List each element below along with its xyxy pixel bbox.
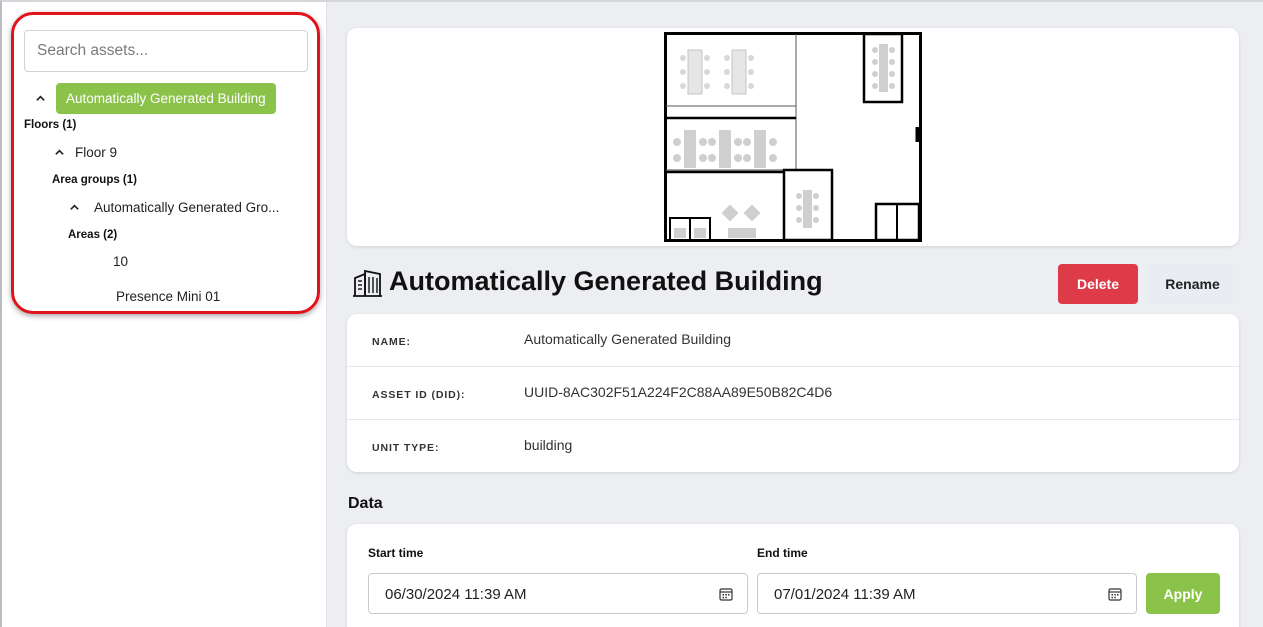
floors-heading: Floors (1) (24, 119, 77, 131)
start-time-label: Start time (368, 546, 424, 560)
end-time-label: End time (757, 546, 808, 560)
property-row-asset-id: ASSET ID (DID): UUID-8AC302F51A224F2C88A… (347, 367, 1239, 420)
property-row-unit-type: UNIT TYPE: building (347, 420, 1239, 473)
rename-button[interactable]: Rename (1146, 264, 1239, 304)
property-key: ASSET ID (DID): (372, 389, 466, 401)
tree-item-area[interactable]: 10 (113, 254, 128, 269)
chevron-up-icon[interactable] (66, 199, 82, 215)
property-key: NAME: (372, 336, 411, 348)
tree-item-building-label[interactable]: Automatically Generated Building (56, 83, 276, 114)
data-filter-card: Start time 06/30/2024 11:39 AM End time … (347, 524, 1239, 627)
tree-item-area[interactable]: Presence Mini 01 (116, 289, 220, 304)
end-time-value: 07/01/2024 11:39 AM (774, 586, 916, 603)
property-value: building (524, 437, 573, 453)
floorplan-image (664, 32, 922, 242)
tree-item-building[interactable]: Automatically Generated Building (32, 83, 276, 114)
tree-item-area-group[interactable]: Automatically Generated Gro... (66, 199, 279, 215)
properties-card: NAME: Automatically Generated Building A… (347, 314, 1239, 472)
property-value: UUID-8AC302F51A224F2C88AA89E50B82C4D6 (524, 384, 833, 400)
calendar-icon[interactable] (1108, 587, 1122, 601)
data-section-title: Data (348, 495, 383, 512)
asset-detail-panel: Automatically Generated Building Delete … (329, 2, 1263, 627)
start-time-value: 06/30/2024 11:39 AM (385, 586, 527, 603)
tree-item-floor[interactable]: Floor 9 (51, 144, 117, 160)
delete-button[interactable]: Delete (1058, 264, 1138, 304)
asset-sidebar: Automatically Generated Building Floors … (2, 2, 327, 627)
floorplan-card (347, 28, 1239, 246)
chevron-up-icon[interactable] (32, 91, 48, 107)
areas-heading: Areas (2) (68, 229, 118, 241)
tree-item-area-group-label[interactable]: Automatically Generated Gro... (94, 200, 279, 215)
area-groups-heading: Area groups (1) (52, 174, 137, 186)
building-icon (353, 269, 382, 297)
calendar-icon[interactable] (719, 587, 733, 601)
page-title: Automatically Generated Building (389, 266, 823, 296)
property-value: Automatically Generated Building (524, 331, 732, 347)
apply-button[interactable]: Apply (1146, 573, 1220, 614)
property-key: UNIT TYPE: (372, 442, 440, 454)
search-assets-input[interactable] (24, 30, 308, 72)
property-row-name: NAME: Automatically Generated Building (347, 314, 1239, 367)
end-time-input[interactable]: 07/01/2024 11:39 AM (757, 573, 1137, 614)
tree-item-floor-label[interactable]: Floor 9 (75, 145, 117, 160)
chevron-up-icon[interactable] (51, 144, 67, 160)
start-time-input[interactable]: 06/30/2024 11:39 AM (368, 573, 748, 614)
asset-title-row: Automatically Generated Building Delete … (347, 264, 1239, 304)
